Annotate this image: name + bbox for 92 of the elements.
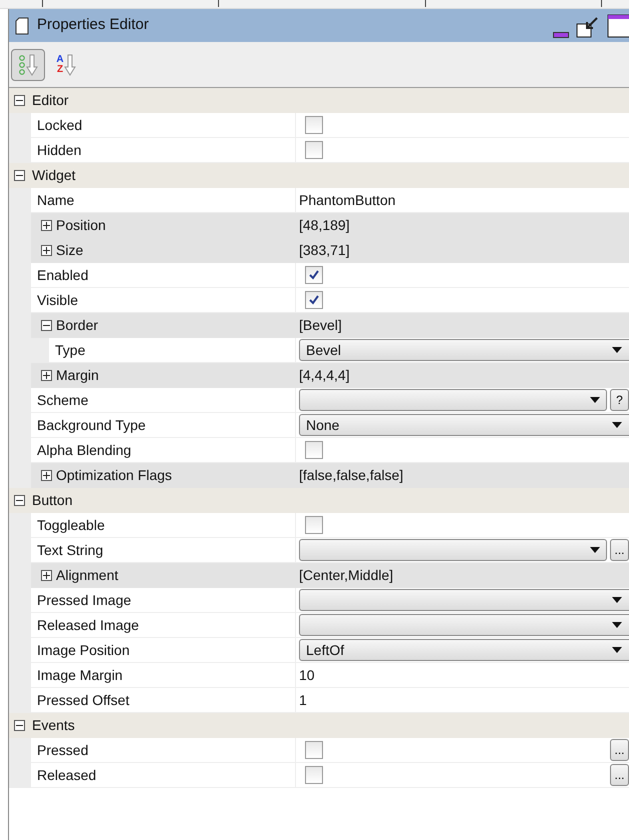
ellipsis-button[interactable]: ... [610,739,629,761]
window-title: Properties Editor [37,15,149,36]
ellipsis-button[interactable]: ... [610,764,629,786]
expand-toggle[interactable] [41,244,52,256]
minus-icon [16,97,23,104]
property-name: Alpha Blending [37,440,132,460]
dropdown[interactable] [299,389,607,411]
property-value: [4,4,4,4] [299,366,350,385]
collapse-toggle[interactable] [14,95,25,106]
property-value: [false,false,false] [299,466,404,485]
property-value: 10 [299,666,315,684]
check-icon [308,269,320,281]
checkbox[interactable] [305,266,323,284]
caret-icon [590,547,600,553]
checkbox[interactable] [305,766,323,784]
collapse-toggle[interactable] [14,170,25,181]
alphabetical-sort-button[interactable]: A Z [49,48,83,80]
property-name: Margin [56,366,99,385]
property-name: Toggleable [37,516,105,535]
group-label: Events [32,716,75,735]
collapse-toggle[interactable] [14,720,25,731]
property-value: [Center,Middle] [299,566,394,585]
expand-toggle[interactable] [41,470,52,480]
plus-icon [43,246,50,254]
caret-icon [612,347,622,353]
property-name: Pressed Offset [37,690,130,710]
property-value: [383,71] [299,240,350,260]
group-label: Button [32,491,72,510]
plus-icon [43,472,50,478]
dots-icon [18,52,26,76]
expand-toggle[interactable] [41,570,52,580]
checkbox[interactable] [305,741,323,759]
minus-icon [16,172,23,179]
minimize-icon[interactable] [553,32,569,38]
property-name: Position [56,216,106,234]
check-icon [308,294,320,306]
caret-icon [612,622,622,628]
property-value: PhantomButton [299,190,396,210]
property-name: Optimization Flags [56,466,172,485]
property-name: Border [56,316,98,334]
down-arrow-icon [26,52,38,76]
caret-icon [590,397,600,403]
property-value: [48,189] [299,216,350,235]
plus-icon [43,222,50,228]
plus-icon [43,572,50,578]
plus-icon [43,372,50,378]
checkbox[interactable] [305,441,323,459]
checkbox[interactable] [305,516,323,534]
dropdown[interactable]: None [299,414,629,436]
caret-icon [612,597,622,603]
property-name: Background Type [37,416,146,435]
property-name: Alignment [56,566,118,585]
checkbox[interactable] [305,116,323,134]
property-name: Image Position [37,640,130,660]
expand-toggle[interactable] [41,370,52,380]
property-name: Released Image [37,616,139,635]
minus-icon [16,497,23,504]
property-name: Text String [37,540,104,560]
property-name: Image Margin [37,666,123,685]
property-name: Released [37,766,96,784]
window-icon[interactable] [607,14,629,38]
dropdown[interactable] [299,539,607,561]
property-value: 1 [299,690,307,710]
minus-icon [16,722,23,729]
group-label: Editor [32,91,69,110]
property-name: Locked [37,116,82,134]
group-label: Widget [32,166,76,185]
property-name: Enabled [37,266,88,284]
help-button[interactable]: ? [610,389,629,411]
property-name: Type [55,340,86,360]
caret-icon [612,647,622,653]
checkbox[interactable] [305,291,323,309]
collapse-toggle[interactable] [41,320,52,330]
document-icon [15,16,29,34]
property-name: Scheme [37,390,88,410]
property-name: Size [56,240,84,260]
checkbox[interactable] [305,141,323,159]
collapse-toggle[interactable] [14,495,25,506]
expand-toggle[interactable] [41,220,52,230]
down-arrow-icon [64,52,76,76]
categorized-sort-button[interactable] [11,48,45,80]
property-name: Hidden [37,140,82,160]
dock-icon[interactable] [576,16,600,38]
property-value: [Bevel] [299,316,342,335]
property-name: Pressed Image [37,590,132,610]
property-name: Visible [37,290,78,310]
caret-icon [612,422,622,428]
property-name: Pressed [37,740,88,760]
dropdown[interactable]: Bevel [299,339,629,361]
dropdown[interactable]: LeftOf [299,639,629,661]
ellipsis-button[interactable]: ... [610,539,629,561]
property-name: Name [37,190,74,210]
